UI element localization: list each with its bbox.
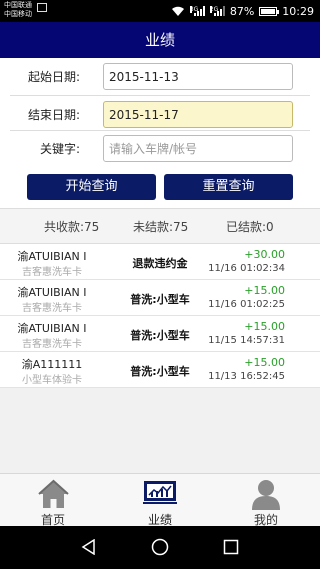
- list-item[interactable]: 渝ATUIBIAN I 吉客惠洗车卡 普洗:小型车 +15.00 11/15 1…: [0, 316, 320, 352]
- bottom-nav: 首页 业绩 我的: [0, 473, 320, 527]
- house-icon: [38, 479, 69, 508]
- nav-performance[interactable]: 业绩: [107, 474, 213, 527]
- start-date-field[interactable]: [103, 63, 293, 90]
- amount: +30.00: [244, 248, 285, 261]
- nav-home[interactable]: 首页: [0, 474, 106, 527]
- end-date-field[interactable]: [103, 101, 293, 128]
- card-name: 小型车体验卡: [22, 375, 82, 386]
- recents-icon[interactable]: [223, 539, 239, 555]
- nav-mine[interactable]: 我的: [213, 474, 319, 527]
- status-icons: 3G 2G 87% 10:29: [171, 3, 314, 19]
- status-bar: 中国联通 中国移动 3G 2G 87% 10:29: [0, 0, 320, 22]
- person-icon: [252, 480, 280, 510]
- system-nav-bar: [0, 526, 320, 569]
- reset-query-button[interactable]: 重置查询: [164, 174, 293, 200]
- service-type: 退款违约金: [132, 257, 188, 270]
- screen: 中国联通 中国移动 3G 2G 87% 10:29 业绩 起始日期: 2015-…: [0, 0, 320, 569]
- end-date-row: 结束日期:: [0, 96, 320, 134]
- back-icon[interactable]: [81, 539, 97, 555]
- keyword-input[interactable]: [103, 135, 293, 162]
- start-date-row: 起始日期:: [0, 58, 320, 96]
- plate-number: 渝ATUIBIAN I: [17, 322, 87, 335]
- battery-percent: 87%: [229, 4, 255, 18]
- amount: +15.00: [244, 356, 285, 369]
- total-received: 共收款:75: [44, 220, 100, 234]
- card-name: 吉客惠洗车卡: [22, 267, 82, 278]
- chart-board-icon: [143, 481, 177, 504]
- unsettled-amount: 未结款:75: [133, 220, 189, 234]
- wifi-icon: [171, 6, 184, 16]
- image-notification-icon: [37, 3, 47, 12]
- list-item[interactable]: 渝A111111 小型车体验卡 普洗:小型车 +15.00 11/13 16:5…: [0, 352, 320, 388]
- service-type: 普洗:小型车: [130, 365, 190, 378]
- card-name: 吉客惠洗车卡: [22, 339, 82, 350]
- list-item[interactable]: 渝ATUIBIAN I 吉客惠洗车卡 退款违约金 +30.00 11/16 01…: [0, 244, 320, 280]
- clock: 10:29: [282, 4, 314, 18]
- carrier-1: 中国联通: [4, 1, 32, 9]
- page-title: 业绩: [0, 22, 320, 58]
- button-bar: 开始查询 重置查询: [0, 169, 320, 205]
- timestamp: 11/15 14:57:31: [208, 335, 285, 346]
- timestamp: 11/13 16:52:45: [208, 371, 285, 382]
- list-item[interactable]: 渝ATUIBIAN I 吉客惠洗车卡 普洗:小型车 +15.00 11/16 0…: [0, 280, 320, 316]
- keyword-row: 关键字:: [0, 130, 320, 168]
- records-list: 渝ATUIBIAN I 吉客惠洗车卡 退款违约金 +30.00 11/16 01…: [0, 244, 320, 388]
- carrier-2: 中国移动: [4, 10, 32, 18]
- plate-number: 渝ATUIBIAN I: [17, 250, 87, 263]
- summary-bar: 共收款:75 未结款:75 已结款:0: [0, 208, 320, 244]
- start-date-label: 起始日期:: [27, 70, 80, 84]
- battery-icon: [259, 6, 280, 16]
- end-date-label: 结束日期:: [27, 108, 80, 122]
- signal-3g-icon: 3G: [189, 6, 205, 16]
- card-name: 吉客惠洗车卡: [22, 303, 82, 314]
- carrier-info: 中国联通 中国移动: [4, 1, 32, 19]
- amount: +15.00: [244, 284, 285, 297]
- service-type: 普洗:小型车: [130, 293, 190, 306]
- timestamp: 11/16 01:02:34: [208, 263, 285, 274]
- plate-number: 渝ATUIBIAN I: [17, 286, 87, 299]
- plate-number: 渝A111111: [21, 358, 83, 371]
- start-query-button[interactable]: 开始查询: [27, 174, 156, 200]
- signal-2g-icon: 2G: [209, 6, 225, 16]
- timestamp: 11/16 01:02:25: [208, 299, 285, 310]
- home-circle-icon[interactable]: [151, 538, 169, 556]
- keyword-label: 关键字:: [39, 142, 80, 156]
- service-type: 普洗:小型车: [130, 329, 190, 342]
- settled-amount: 已结款:0: [226, 220, 274, 234]
- amount: +15.00: [244, 320, 285, 333]
